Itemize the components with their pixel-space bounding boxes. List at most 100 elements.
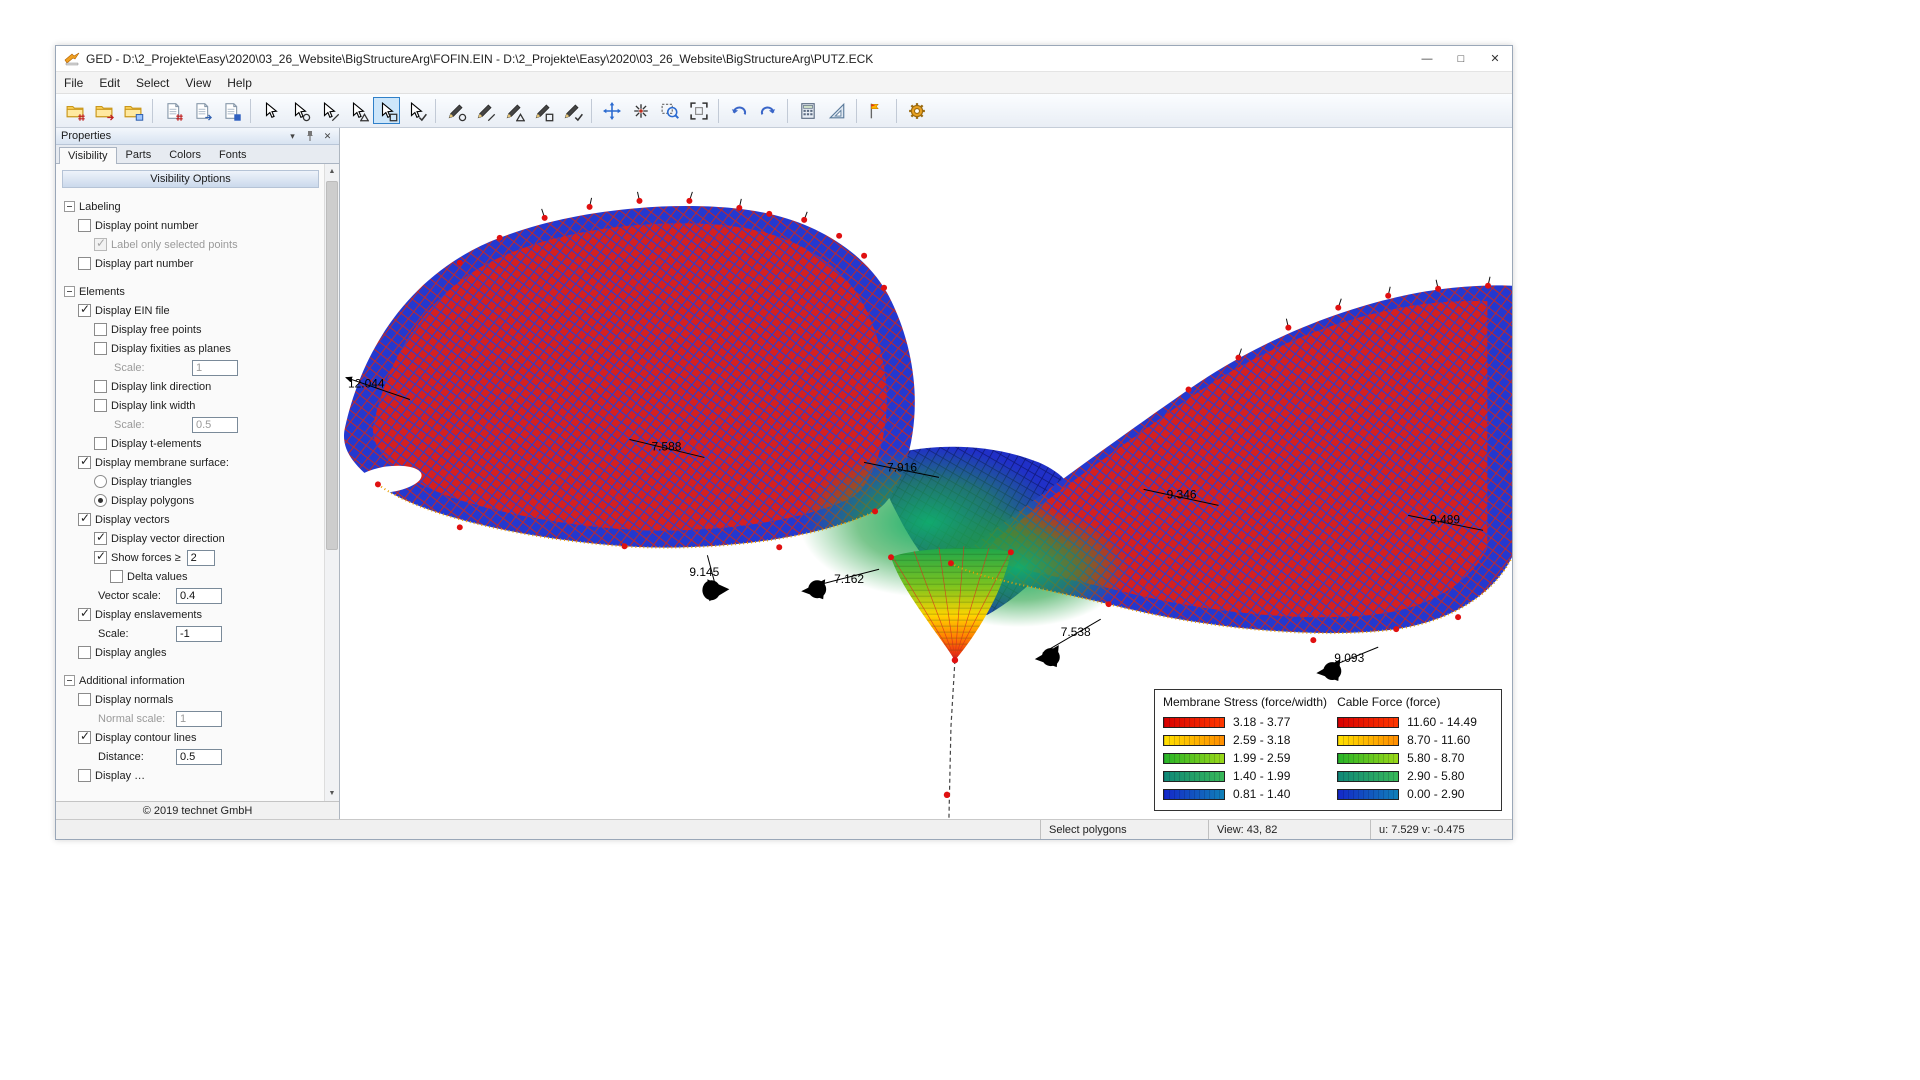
calculator-button[interactable]	[794, 97, 821, 124]
minimize-button[interactable]: —	[1410, 46, 1444, 71]
panel-scrollbar[interactable]: ▲ ▼	[324, 164, 339, 801]
open-folder-button[interactable]	[90, 97, 117, 124]
row-label: Display part number	[95, 258, 193, 270]
clipped-checkbox[interactable]	[78, 769, 91, 782]
menu-select[interactable]: Select	[128, 74, 177, 92]
draw-points-button[interactable]	[442, 97, 469, 124]
display-membrane-surface-checkbox[interactable]	[78, 456, 91, 469]
collapse-toggle-icon[interactable]	[64, 201, 75, 212]
scroll-up-button[interactable]: ▲	[325, 164, 339, 179]
open-exchange-button[interactable]	[119, 97, 146, 124]
display-contour-lines-checkbox[interactable]	[78, 731, 91, 744]
show-forces-input[interactable]	[187, 550, 215, 566]
title-bar[interactable]: GED - D:\2_Projekte\Easy\2020\03_26_Webs…	[56, 46, 1512, 72]
panel-tabs: Visibility Parts Colors Fonts	[56, 145, 339, 164]
disk-icon	[233, 113, 242, 122]
row-label: Display triangles	[111, 476, 192, 488]
display-angles-checkbox[interactable]	[78, 646, 91, 659]
close-button[interactable]: ✕	[1478, 46, 1512, 71]
scroll-down-button[interactable]: ▼	[325, 786, 339, 801]
delta-values-checkbox[interactable]	[110, 570, 123, 583]
legend-range: 2.59 - 3.18	[1233, 733, 1290, 747]
display-normals-checkbox[interactable]	[78, 693, 91, 706]
legend-range: 3.18 - 3.77	[1233, 715, 1290, 729]
panel-title-bar[interactable]: Properties ▾ ✕	[56, 128, 339, 145]
display-fixities-checkbox[interactable]	[94, 342, 107, 355]
display-part-number-checkbox[interactable]	[78, 257, 91, 270]
row-label: Display EIN file	[95, 305, 170, 317]
select-button[interactable]	[257, 97, 284, 124]
file-open-button[interactable]	[188, 97, 215, 124]
tree-row: Scale:	[56, 358, 323, 377]
menu-view[interactable]: View	[177, 74, 219, 92]
enslavements-scale-input[interactable]	[176, 626, 222, 642]
display-ein-file-checkbox[interactable]	[78, 304, 91, 317]
display-link-direction-checkbox[interactable]	[94, 380, 107, 393]
display-link-width-checkbox[interactable]	[94, 399, 107, 412]
collapse-toggle-icon[interactable]	[64, 286, 75, 297]
pin-icon[interactable]	[305, 130, 315, 142]
tab-fonts[interactable]: Fonts	[210, 146, 256, 163]
select-elements-button[interactable]	[402, 97, 429, 124]
row-label: Display normals	[95, 694, 173, 706]
tree-row: Delta values	[56, 567, 323, 586]
maximize-button[interactable]: □	[1444, 46, 1478, 71]
tree-row: Display EIN file	[56, 301, 323, 320]
status-message	[56, 820, 1040, 839]
open-project-button[interactable]	[61, 97, 88, 124]
select-lines-button[interactable]	[315, 97, 342, 124]
display-t-elements-checkbox[interactable]	[94, 437, 107, 450]
measure-button[interactable]	[823, 97, 850, 124]
menu-edit[interactable]: Edit	[91, 74, 128, 92]
contour-distance-input[interactable]	[176, 749, 222, 765]
link-width-scale-input[interactable]	[192, 417, 238, 433]
fixities-scale-input[interactable]	[192, 360, 238, 376]
normal-scale-input[interactable]	[176, 711, 222, 727]
display-polygons-radio[interactable]	[94, 494, 107, 507]
display-vectors-checkbox[interactable]	[78, 513, 91, 526]
select-points-button[interactable]	[286, 97, 313, 124]
tab-visibility[interactable]: Visibility	[59, 147, 117, 164]
panel-collapse-button[interactable]: ▾	[286, 131, 299, 142]
flag-button[interactable]	[863, 97, 890, 124]
panel-title: Properties	[61, 130, 111, 142]
tree-row: Display angles	[56, 643, 323, 662]
menu-file[interactable]: File	[56, 74, 91, 92]
panel-close-button[interactable]: ✕	[321, 131, 334, 142]
draw-elements-button[interactable]	[558, 97, 585, 124]
display-triangles-radio[interactable]	[94, 475, 107, 488]
display-vector-direction-checkbox[interactable]	[94, 532, 107, 545]
move-view-button[interactable]	[598, 97, 625, 124]
legend-range: 8.70 - 11.60	[1407, 733, 1470, 747]
display-point-number-checkbox[interactable]	[78, 219, 91, 232]
undo-button[interactable]	[725, 97, 752, 124]
tree-row: Label only selected points	[56, 235, 323, 254]
vector-scale-input[interactable]	[176, 588, 222, 604]
zoom-window-button[interactable]	[656, 97, 683, 124]
toolbar-separator	[152, 99, 153, 123]
tree-row: Display contour lines	[56, 728, 323, 747]
draw-lines-button[interactable]	[471, 97, 498, 124]
file-save-button[interactable]	[217, 97, 244, 124]
collapse-toggle-icon[interactable]	[64, 675, 75, 686]
draw-polygons-button[interactable]	[529, 97, 556, 124]
viewport-canvas[interactable]: 12.044 7.588 7.916 9.346 9.489 9.145 7.1…	[340, 128, 1512, 819]
settings-button[interactable]	[903, 97, 930, 124]
tab-colors[interactable]: Colors	[160, 146, 210, 163]
tree-row: Scale:	[56, 415, 323, 434]
display-enslavements-checkbox[interactable]	[78, 608, 91, 621]
tab-parts[interactable]: Parts	[117, 146, 161, 163]
file-new-button[interactable]	[159, 97, 186, 124]
zoom-extents-button[interactable]	[685, 97, 712, 124]
display-free-points-checkbox[interactable]	[94, 323, 107, 336]
draw-triangles-button[interactable]	[500, 97, 527, 124]
regenerate-button[interactable]	[627, 97, 654, 124]
row-label: Display vectors	[95, 514, 170, 526]
select-triangles-button[interactable]	[344, 97, 371, 124]
show-forces-checkbox[interactable]	[94, 551, 107, 564]
redo-button[interactable]	[754, 97, 781, 124]
select-polygons-button[interactable]	[373, 97, 400, 124]
menu-help[interactable]: Help	[219, 74, 260, 92]
scroll-thumb[interactable]	[326, 181, 338, 550]
group-label: Additional information	[79, 675, 185, 687]
